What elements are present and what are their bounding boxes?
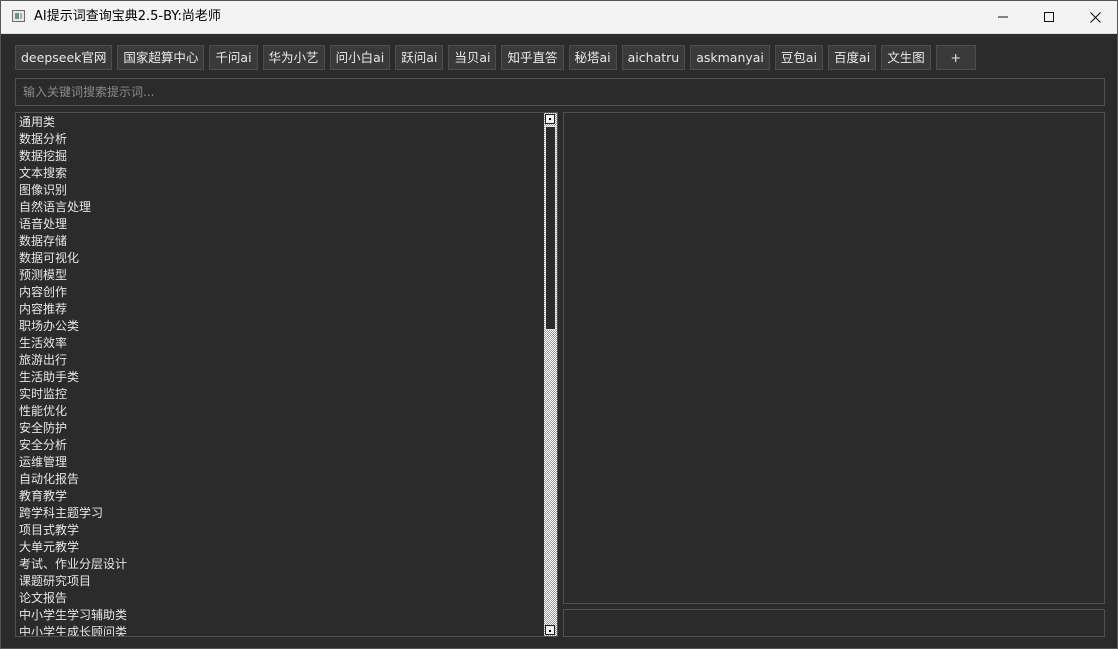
bottom-input[interactable] <box>564 610 1104 636</box>
bottom-input-box <box>563 609 1105 637</box>
category-list-item[interactable]: 通用类 <box>19 114 539 131</box>
minimize-button[interactable] <box>980 1 1026 33</box>
close-button[interactable] <box>1072 1 1118 33</box>
app-window: AI提示词查询宝典2.5-BY:尚老师 deepseek官网 国家超算中心 千问… <box>0 0 1118 649</box>
deepseek-button[interactable]: deepseek官网 <box>15 45 113 70</box>
site-toolbar: deepseek官网 国家超算中心 千问ai 华为小艺 问小白ai 跃问ai 当… <box>15 45 976 70</box>
category-list-item[interactable]: 旅游出行 <box>19 352 539 369</box>
category-list-item[interactable]: 项目式教学 <box>19 522 539 539</box>
askmanyai-button[interactable]: askmanyai <box>690 45 770 70</box>
category-list-item[interactable]: 内容创作 <box>19 284 539 301</box>
category-scrollbar[interactable] <box>544 113 557 636</box>
scroll-up-arrow-icon[interactable] <box>545 114 555 124</box>
qianwen-button[interactable]: 千问ai <box>209 45 258 70</box>
category-list-item[interactable]: 文本搜索 <box>19 165 539 182</box>
huawei-xiaoyi-button[interactable]: 华为小艺 <box>262 45 325 70</box>
category-list-item[interactable]: 安全分析 <box>19 437 539 454</box>
close-icon <box>1089 11 1101 23</box>
aichatru-button[interactable]: aichatru <box>621 45 686 70</box>
category-list-item[interactable]: 课题研究项目 <box>19 573 539 590</box>
category-list-item[interactable]: 考试、作业分层设计 <box>19 556 539 573</box>
doubao-button[interactable]: 豆包ai <box>774 45 824 70</box>
dangbei-button[interactable]: 当贝ai <box>448 45 497 70</box>
category-list-item[interactable]: 内容推荐 <box>19 301 539 318</box>
category-list-item[interactable]: 实时监控 <box>19 386 539 403</box>
search-box <box>15 78 1105 106</box>
search-input[interactable] <box>16 79 1104 105</box>
category-list-item[interactable]: 中小学生学习辅助类 <box>19 607 539 624</box>
category-list-item[interactable]: 跨学科主题学习 <box>19 505 539 522</box>
scrollbar-thumb[interactable] <box>545 126 556 330</box>
maximize-button[interactable] <box>1026 1 1072 33</box>
app-window-icon <box>12 10 25 22</box>
category-list-item[interactable]: 数据挖掘 <box>19 148 539 165</box>
category-list-item[interactable]: 性能优化 <box>19 403 539 420</box>
category-list-item[interactable]: 运维管理 <box>19 454 539 471</box>
category-list-item[interactable]: 预测模型 <box>19 267 539 284</box>
maximize-icon <box>1044 12 1054 22</box>
category-list-item[interactable]: 生活助手类 <box>19 369 539 386</box>
category-list-item[interactable]: 数据可视化 <box>19 250 539 267</box>
mita-button[interactable]: 秘塔ai <box>568 45 617 70</box>
wenxiaobai-button[interactable]: 问小白ai <box>329 45 391 70</box>
category-list-item[interactable]: 生活效率 <box>19 335 539 352</box>
title-bar[interactable]: AI提示词查询宝典2.5-BY:尚老师 <box>1 1 1117 34</box>
category-list-panel: 通用类 数据分析 数据挖掘 文本搜索 图像识别 自然语言处理 语音处理 数据存储 数据可视化 预测… <box>15 112 558 637</box>
category-list-item[interactable]: 自然语言处理 <box>19 199 539 216</box>
yuewen-button[interactable]: 跃问ai <box>395 45 444 70</box>
baidu-ai-button[interactable]: 百度ai <box>828 45 877 70</box>
text-to-image-button[interactable]: 文生图 <box>881 45 931 70</box>
category-list-item[interactable]: 中小学生成长顾问类 <box>19 624 539 636</box>
national-supercomputing-button[interactable]: 国家超算中心 <box>117 45 205 70</box>
category-list-item[interactable]: 教育教学 <box>19 488 539 505</box>
window-title: AI提示词查询宝典2.5-BY:尚老师 <box>34 9 221 24</box>
category-list-item[interactable]: 论文报告 <box>19 590 539 607</box>
minimize-icon <box>998 16 1008 18</box>
category-list-item[interactable]: 图像识别 <box>19 182 539 199</box>
scroll-down-arrow-icon[interactable] <box>545 625 555 635</box>
category-list-item[interactable]: 自动化报告 <box>19 471 539 488</box>
category-list-item[interactable]: 大单元教学 <box>19 539 539 556</box>
category-list-item[interactable]: 数据分析 <box>19 131 539 148</box>
category-list-item[interactable]: 数据存储 <box>19 233 539 250</box>
category-list-item[interactable]: 语音处理 <box>19 216 539 233</box>
zhihu-zhida-button[interactable]: 知乎直答 <box>501 45 564 70</box>
prompt-detail-panel[interactable] <box>563 112 1105 604</box>
add-site-button[interactable]: + <box>935 45 976 70</box>
category-list-item[interactable]: 职场办公类 <box>19 318 539 335</box>
category-list-item[interactable]: 安全防护 <box>19 420 539 437</box>
category-list: 通用类 数据分析 数据挖掘 文本搜索 图像识别 自然语言处理 语音处理 数据存储 数据可视化 预测… <box>19 114 539 636</box>
